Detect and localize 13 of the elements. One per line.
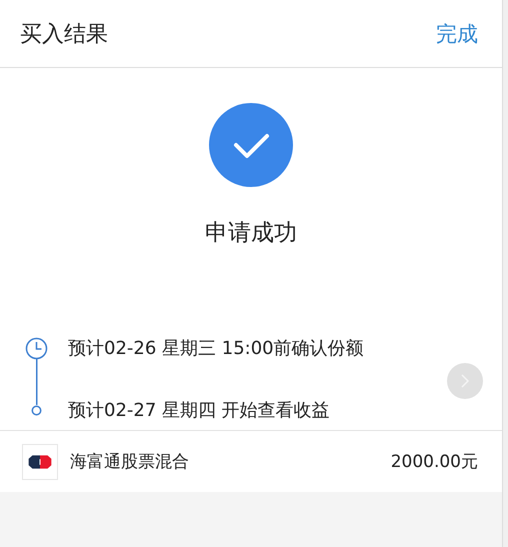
done-button[interactable]: 完成 (436, 20, 478, 48)
fund-logo-icon (22, 444, 58, 480)
next-button[interactable] (447, 363, 483, 399)
fund-amount: 2000.00元 (390, 451, 478, 473)
timeline-dot-icon (31, 404, 42, 416)
timeline-text: 预计02-26 星期三 15:00前确认份额 (68, 337, 364, 360)
fund-name: 海富通股票混合 (70, 451, 190, 473)
status-text: 申请成功 (205, 219, 297, 248)
clock-icon (25, 336, 48, 360)
timeline-line (36, 358, 38, 404)
timeline-text: 预计02-27 星期四 开始查看收益 (68, 399, 330, 422)
success-check-icon (209, 103, 293, 187)
page-title: 买入结果 (20, 20, 108, 48)
